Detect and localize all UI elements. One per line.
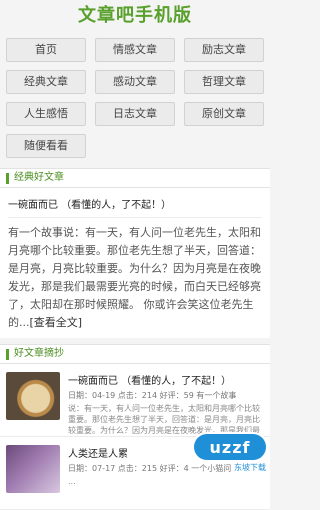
nav-inspire-button[interactable]: 励志文章 [184, 38, 264, 62]
site-title: 文章吧手机版 [78, 5, 192, 26]
nav-home-button[interactable]: 首页 [6, 38, 86, 62]
nav-philosophy-button[interactable]: 哲理文章 [184, 70, 264, 94]
classic-heading-label: 经典好文章 [14, 172, 64, 183]
article-title[interactable]: 一碗面而已 （看懂的人，了不起！） [8, 192, 262, 218]
item-excerpt: ... [68, 477, 76, 486]
item-meta: 日期：04-19 点击：214 好评：59 有一个故事 [68, 391, 237, 400]
noodle-thumbnail-image[interactable] [6, 372, 60, 420]
watermark-logo-text: uzzf [209, 437, 251, 457]
nav-original-button[interactable]: 原创文章 [184, 102, 264, 126]
item-excerpt: 说：有一天，有人问一位老先生，太阳和月亮哪个比较重要。那位老先生想了半天，回答道… [68, 404, 260, 435]
article-text: 有一个故事说：有一天，有人问一位老先生，太阳和月亮哪个比较重要。那位老先生想了半… [8, 226, 261, 329]
site-header: 文章吧手机版 [0, 0, 270, 32]
classic-section-heading: 经典好文章 [0, 168, 270, 188]
nav-diary-button[interactable]: 日志文章 [95, 102, 175, 126]
nav-emotion-button[interactable]: 情感文章 [95, 38, 175, 62]
read-more-link[interactable]: [查看全文] [30, 316, 83, 329]
nav-random-button[interactable]: 随便看看 [6, 134, 86, 158]
featured-article: 一碗面而已 （看懂的人，了不起！） 有一个故事说：有一天，有人问一位老先生，太阳… [0, 188, 270, 338]
category-nav: 首页 情感文章 励志文章 经典文章 感动文章 哲理文章 人生感悟 日志文章 原创… [6, 38, 264, 158]
list-item[interactable]: 一碗面而已 （看懂的人，了不起！） 日期：04-19 点击：214 好评：59 … [0, 364, 270, 437]
article-body: 有一个故事说：有一天，有人问一位老先生，太阳和月亮哪个比较重要。那位老先生想了半… [8, 224, 262, 332]
item-title[interactable]: 一碗面而已 （看懂的人，了不起！） [68, 372, 264, 387]
nav-classic-button[interactable]: 经典文章 [6, 70, 86, 94]
nav-touching-button[interactable]: 感动文章 [95, 70, 175, 94]
section-marker-icon [6, 172, 9, 184]
section-marker-icon [6, 348, 9, 360]
article-thumbnail-image[interactable] [6, 445, 60, 493]
recommend-section-heading: 好文章摘抄 [0, 344, 270, 364]
watermark-sub-label: 东坡下载 [234, 463, 266, 472]
recommend-heading-label: 好文章摘抄 [14, 348, 64, 359]
nav-life-button[interactable]: 人生感悟 [6, 102, 86, 126]
watermark-logo-icon: uzzf [194, 434, 266, 460]
